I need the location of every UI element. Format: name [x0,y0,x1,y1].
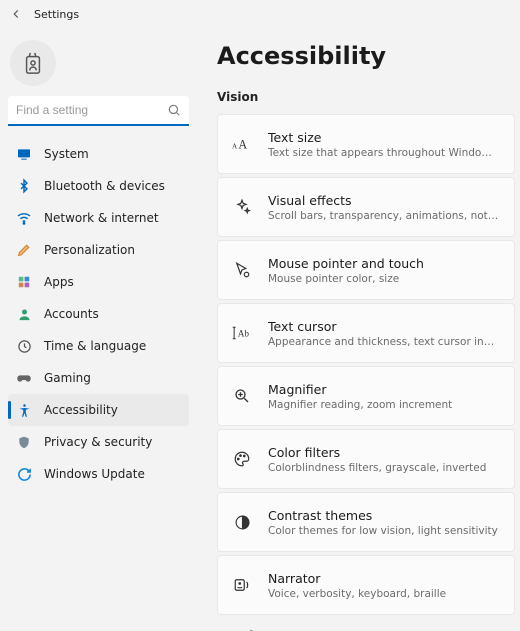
accounts-icon [16,306,32,322]
card-narrator[interactable]: Narrator Voice, verbosity, keyboard, bra… [217,555,515,615]
svg-text:Ab: Ab [238,330,250,340]
card-sub: Voice, verbosity, keyboard, braille [268,588,446,600]
system-icon [16,146,32,162]
nav-label: Accounts [44,307,99,321]
card-sub: Magnifier reading, zoom increment [268,399,452,411]
bluetooth-icon [16,178,32,194]
avatar[interactable] [10,40,56,86]
titlebar: Settings [0,0,520,28]
palette-icon [232,449,252,469]
card-sub: Colorblindness filters, grayscale, inver… [268,462,486,474]
svg-text:A: A [238,137,247,151]
nav-network[interactable]: Network & internet [8,202,189,234]
search-input[interactable] [8,96,189,126]
nav: System Bluetooth & devices Network & int… [8,138,189,490]
nav-label: Windows Update [44,467,145,481]
nav-label: Time & language [44,339,146,353]
app-title: Settings [34,8,79,21]
card-sub: Text size that appears throughout Window… [268,147,500,159]
clock-icon [16,338,32,354]
page-title: Accessibility [217,42,520,70]
card-title: Color filters [268,445,486,460]
gaming-icon [16,370,32,386]
nav-label: Privacy & security [44,435,152,449]
sparkle-icon [232,197,252,217]
card-title: Text size [268,130,500,145]
card-title: Narrator [268,571,446,586]
wifi-icon [16,210,32,226]
accessibility-icon [16,402,32,418]
nav-bluetooth[interactable]: Bluetooth & devices [8,170,189,202]
narrator-icon [232,575,252,595]
card-mouse-pointer[interactable]: Mouse pointer and touch Mouse pointer co… [217,240,515,300]
card-text-cursor[interactable]: Ab Text cursor Appearance and thickness,… [217,303,515,363]
card-contrast-themes[interactable]: Contrast themes Color themes for low vis… [217,492,515,552]
apps-icon [16,274,32,290]
nav-accessibility[interactable]: Accessibility [8,394,189,426]
card-sub: Mouse pointer color, size [268,273,424,285]
search [8,96,189,126]
back-button[interactable] [6,4,26,24]
svg-text:A: A [232,142,238,150]
nav-gaming[interactable]: Gaming [8,362,189,394]
card-magnifier[interactable]: Magnifier Magnifier reading, zoom increm… [217,366,515,426]
card-title: Contrast themes [268,508,498,523]
card-sub: Color themes for low vision, light sensi… [268,525,498,537]
update-icon [16,466,32,482]
nav-personalization[interactable]: Personalization [8,234,189,266]
nav-label: Personalization [44,243,135,257]
card-title: Magnifier [268,382,452,397]
card-title: Mouse pointer and touch [268,256,424,271]
text-cursor-icon: Ab [232,323,252,343]
nav-accounts[interactable]: Accounts [8,298,189,330]
text-size-icon: AA [232,134,252,154]
nav-label: Bluetooth & devices [44,179,165,193]
card-color-filters[interactable]: Color filters Colorblindness filters, gr… [217,429,515,489]
nav-label: Gaming [44,371,91,385]
nav-windows-update[interactable]: Windows Update [8,458,189,490]
brush-icon [16,242,32,258]
nav-label: Apps [44,275,74,289]
card-text-size[interactable]: AA Text size Text size that appears thro… [217,114,515,174]
main-content: Accessibility Vision AA Text size Text s… [195,28,520,631]
nav-label: System [44,147,89,161]
card-sub: Scroll bars, transparency, animations, n… [268,210,500,222]
shield-icon [16,434,32,450]
card-visual-effects[interactable]: Visual effects Scroll bars, transparency… [217,177,515,237]
nav-apps[interactable]: Apps [8,266,189,298]
sidebar: System Bluetooth & devices Network & int… [0,28,195,631]
nav-system[interactable]: System [8,138,189,170]
card-sub: Appearance and thickness, text cursor in… [268,336,500,348]
card-title: Text cursor [268,319,500,334]
nav-privacy[interactable]: Privacy & security [8,426,189,458]
contrast-icon [232,512,252,532]
magnifier-icon [232,386,252,406]
cursor-icon [232,260,252,280]
card-title: Visual effects [268,193,500,208]
section-vision-label: Vision [217,90,520,104]
nav-label: Network & internet [44,211,159,225]
nav-time-language[interactable]: Time & language [8,330,189,362]
nav-label: Accessibility [44,403,118,417]
search-icon [167,103,181,117]
